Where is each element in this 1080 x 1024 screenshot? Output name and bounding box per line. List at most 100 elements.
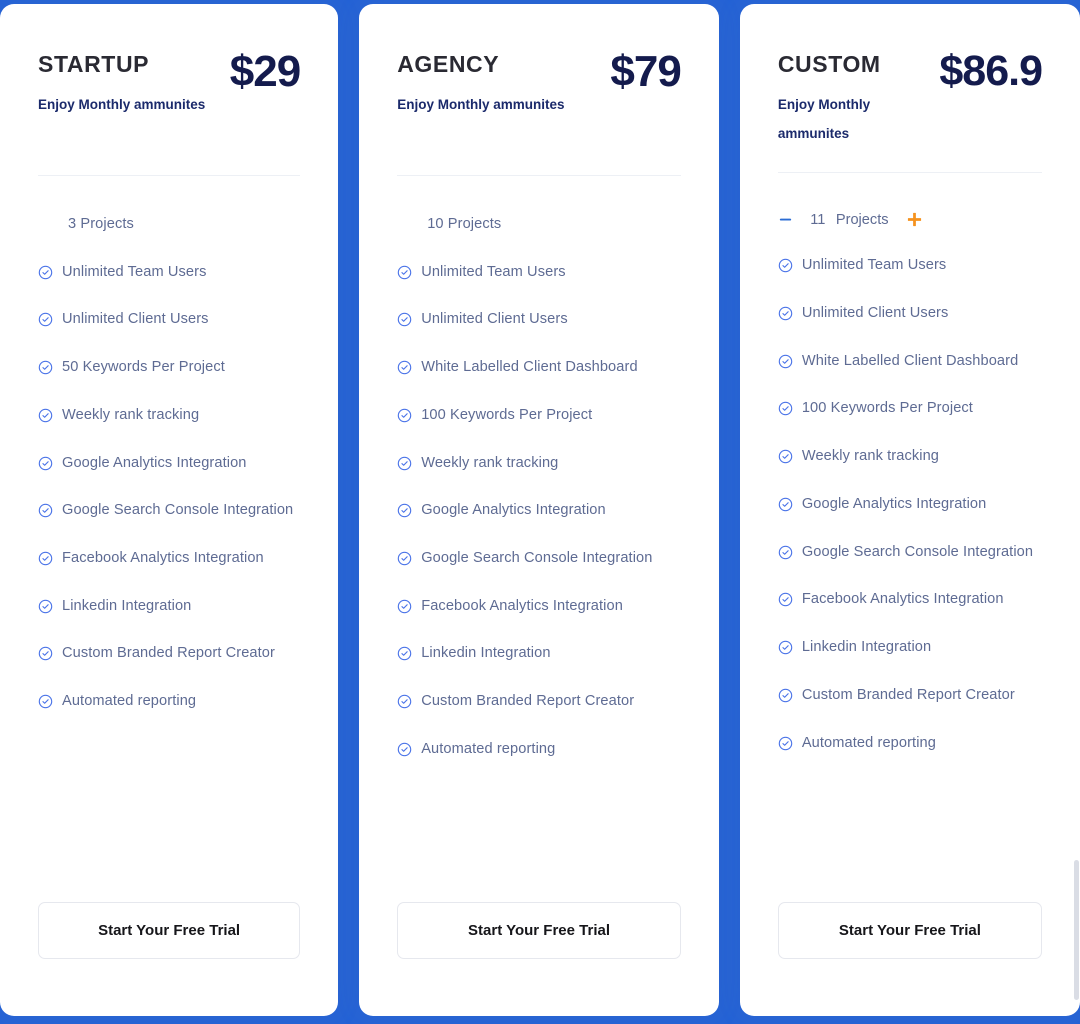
list-item: Weekly rank tracking [38, 405, 300, 426]
card-header-text: AGENCY Enjoy Monthly ammunites [397, 46, 564, 119]
check-circle-icon [38, 360, 53, 375]
feature-label: Google Analytics Integration [62, 454, 247, 471]
check-circle-icon [397, 551, 412, 566]
check-circle-icon [778, 736, 793, 751]
feature-label: 100 Keywords Per Project [801, 400, 973, 417]
list-item: Google Analytics Integration [778, 494, 1042, 515]
projects-quantity-stepper: 11 Projects [778, 211, 1042, 228]
feature-label: Google Search Console Integration [421, 550, 653, 567]
plus-icon [906, 211, 923, 228]
list-item: Facebook Analytics Integration [397, 596, 681, 617]
card-header: CUSTOM Enjoy Monthly ammunites $86.9 [777, 4, 1043, 148]
check-circle-icon [778, 306, 793, 321]
check-circle-icon [397, 599, 412, 614]
plan-subtitle: Enjoy Monthly ammunites [397, 97, 565, 113]
feature-label: Linkedin Integration [62, 597, 192, 614]
feature-label: 50 Keywords Per Project [62, 359, 225, 376]
check-circle-icon [397, 456, 412, 471]
feature-label: Linkedin Integration [421, 645, 551, 662]
check-circle-icon [778, 354, 793, 369]
check-circle-icon [397, 503, 412, 518]
card-header-text: STARTUP Enjoy Monthly ammunites [38, 46, 205, 119]
check-circle-icon [397, 742, 412, 757]
check-circle-icon [397, 646, 412, 661]
pricing-cards-container: STARTUP Enjoy Monthly ammunites $29 3 Pr… [0, 0, 1080, 1024]
list-item: Facebook Analytics Integration [38, 548, 300, 569]
check-circle-icon [38, 503, 53, 518]
list-item: Custom Branded Report Creator [38, 643, 300, 664]
feature-label: Weekly rank tracking [62, 406, 200, 423]
feature-list: 11 Projects Unlimited Team Users Unlimit… [778, 173, 1042, 902]
projects-count-row: 3 Projects [68, 216, 134, 232]
list-item: Unlimited Team Users [397, 262, 681, 283]
list-item: Facebook Analytics Integration [778, 589, 1042, 610]
feature-label: Facebook Analytics Integration [62, 550, 264, 567]
feature-label: Google Search Console Integration [62, 502, 294, 519]
increase-projects-button[interactable] [906, 211, 923, 228]
feature-label: Automated reporting [421, 740, 556, 757]
decrease-projects-button[interactable] [778, 212, 793, 227]
check-circle-icon [38, 599, 53, 614]
feature-label: Google Analytics Integration [421, 502, 606, 519]
plan-name: AGENCY [397, 51, 500, 77]
list-item: 100 Keywords Per Project [778, 398, 1042, 419]
check-circle-icon [397, 408, 412, 423]
projects-quantity-label: Projects [835, 211, 889, 228]
list-item: Automated reporting [38, 691, 300, 712]
check-circle-icon [778, 640, 793, 655]
check-circle-icon [38, 408, 53, 423]
check-circle-icon [778, 545, 793, 560]
check-circle-icon [397, 265, 412, 280]
feature-label: Unlimited Client Users [801, 305, 949, 322]
check-circle-icon [397, 312, 412, 327]
pricing-card-agency: AGENCY Enjoy Monthly ammunites $79 10 Pr… [359, 4, 719, 1016]
feature-label: Linkedin Integration [801, 639, 932, 656]
list-item: Linkedin Integration [778, 637, 1042, 658]
list-item: Unlimited Team Users [38, 262, 300, 283]
plan-price: $86.9 [939, 47, 1043, 95]
check-circle-icon [38, 456, 53, 471]
list-item: Unlimited Client Users [397, 309, 681, 330]
start-free-trial-button[interactable]: Start Your Free Trial [38, 902, 301, 959]
list-item: Linkedin Integration [38, 596, 300, 617]
check-circle-icon [38, 265, 53, 280]
feature-label: Unlimited Client Users [421, 311, 568, 328]
list-item: Weekly rank tracking [778, 446, 1042, 467]
plan-subtitle: Enjoy Monthly ammunites [777, 97, 871, 142]
feature-label: Unlimited Team Users [801, 257, 947, 274]
check-circle-icon [778, 497, 793, 512]
list-item: Linkedin Integration [397, 643, 681, 664]
list-item: Google Analytics Integration [38, 453, 300, 474]
feature-label: Weekly rank tracking [421, 454, 559, 471]
feature-label: Google Search Console Integration [801, 543, 1034, 560]
list-item: White Labelled Client Dashboard [397, 357, 681, 378]
list-item: Weekly rank tracking [397, 453, 681, 474]
check-circle-icon [38, 694, 53, 709]
list-item: Unlimited Team Users [778, 255, 1042, 276]
projects-quantity-value: 11 [810, 211, 826, 228]
plan-price: $79 [610, 47, 681, 96]
page-scrollbar-thumb[interactable] [1074, 860, 1079, 1000]
list-item: Unlimited Client Users [778, 303, 1042, 324]
pricing-card-custom: CUSTOM Enjoy Monthly ammunites $86.9 11 … [739, 4, 1080, 1016]
feature-label: Google Analytics Integration [801, 495, 987, 512]
feature-label: Custom Branded Report Creator [62, 645, 275, 662]
start-free-trial-button[interactable]: Start Your Free Trial [397, 902, 681, 959]
feature-label: Custom Branded Report Creator [801, 686, 1015, 703]
feature-label: Automated reporting [62, 693, 197, 710]
feature-list: 3 Projects Unlimited Team Users Unlimite… [38, 176, 300, 902]
list-item: Google Search Console Integration [38, 500, 300, 521]
feature-label: Facebook Analytics Integration [421, 597, 623, 614]
check-circle-icon [778, 688, 793, 703]
check-circle-icon [38, 312, 53, 327]
check-circle-icon [778, 449, 793, 464]
feature-list: 10 Projects Unlimited Team Users Unlimit… [397, 176, 681, 902]
list-item: Automated reporting [397, 739, 681, 760]
plan-name: CUSTOM [777, 51, 881, 77]
check-circle-icon [778, 401, 793, 416]
pricing-card-startup: STARTUP Enjoy Monthly ammunites $29 3 Pr… [0, 4, 339, 1016]
start-free-trial-button[interactable]: Start Your Free Trial [777, 902, 1042, 959]
list-item: Unlimited Client Users [38, 309, 300, 330]
list-item: 50 Keywords Per Project [38, 357, 300, 378]
list-item: Google Search Console Integration [778, 542, 1042, 563]
